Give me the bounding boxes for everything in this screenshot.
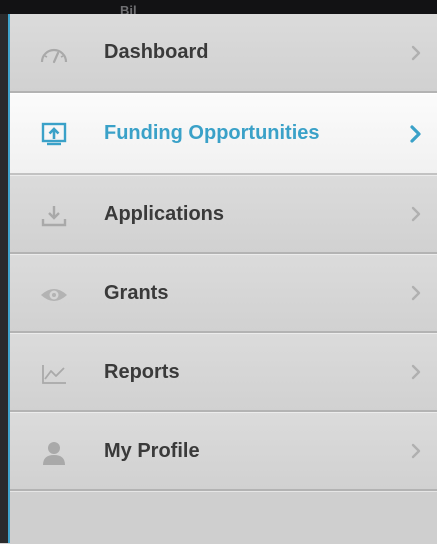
menu-item-grants[interactable]: Grants (10, 254, 437, 333)
line-chart-icon (36, 356, 72, 392)
eye-icon (36, 277, 72, 313)
menu-item-label: Dashboard (104, 41, 209, 63)
chevron-right-icon (405, 334, 427, 410)
chevron-right-icon (405, 255, 427, 331)
user-icon (36, 435, 72, 471)
upload-box-icon (36, 116, 72, 152)
chevron-right-icon (405, 94, 427, 173)
top-bar: Bil (0, 0, 437, 14)
dashboard-gauge-icon (36, 36, 72, 72)
menu-item-applications[interactable]: Applications (10, 175, 437, 254)
menu-item-label: Funding Opportunities (104, 122, 320, 144)
menu-item-funding-opportunities[interactable]: Funding Opportunities (10, 93, 437, 175)
menu-item-label: Reports (104, 360, 180, 383)
download-tray-icon (36, 198, 72, 234)
menu-item-label: Grants (104, 281, 169, 304)
menu-item-my-profile[interactable]: My Profile (10, 412, 437, 491)
menu-item-label: Applications (104, 202, 225, 225)
menu-item-label: My Profile (104, 439, 200, 462)
chevron-right-icon (405, 413, 427, 489)
sidebar-accent-border (0, 14, 10, 543)
chevron-right-icon (405, 176, 427, 252)
menu-item-dashboard[interactable]: Dashboard (10, 14, 437, 93)
menu-item-reports[interactable]: Reports (10, 333, 437, 412)
sidebar-menu: Dashboard Funding Opportunities Applicat… (10, 14, 437, 544)
chevron-right-icon (405, 14, 427, 91)
menu-empty-area (10, 491, 437, 544)
top-bar-partial-text: Bil (120, 4, 137, 14)
